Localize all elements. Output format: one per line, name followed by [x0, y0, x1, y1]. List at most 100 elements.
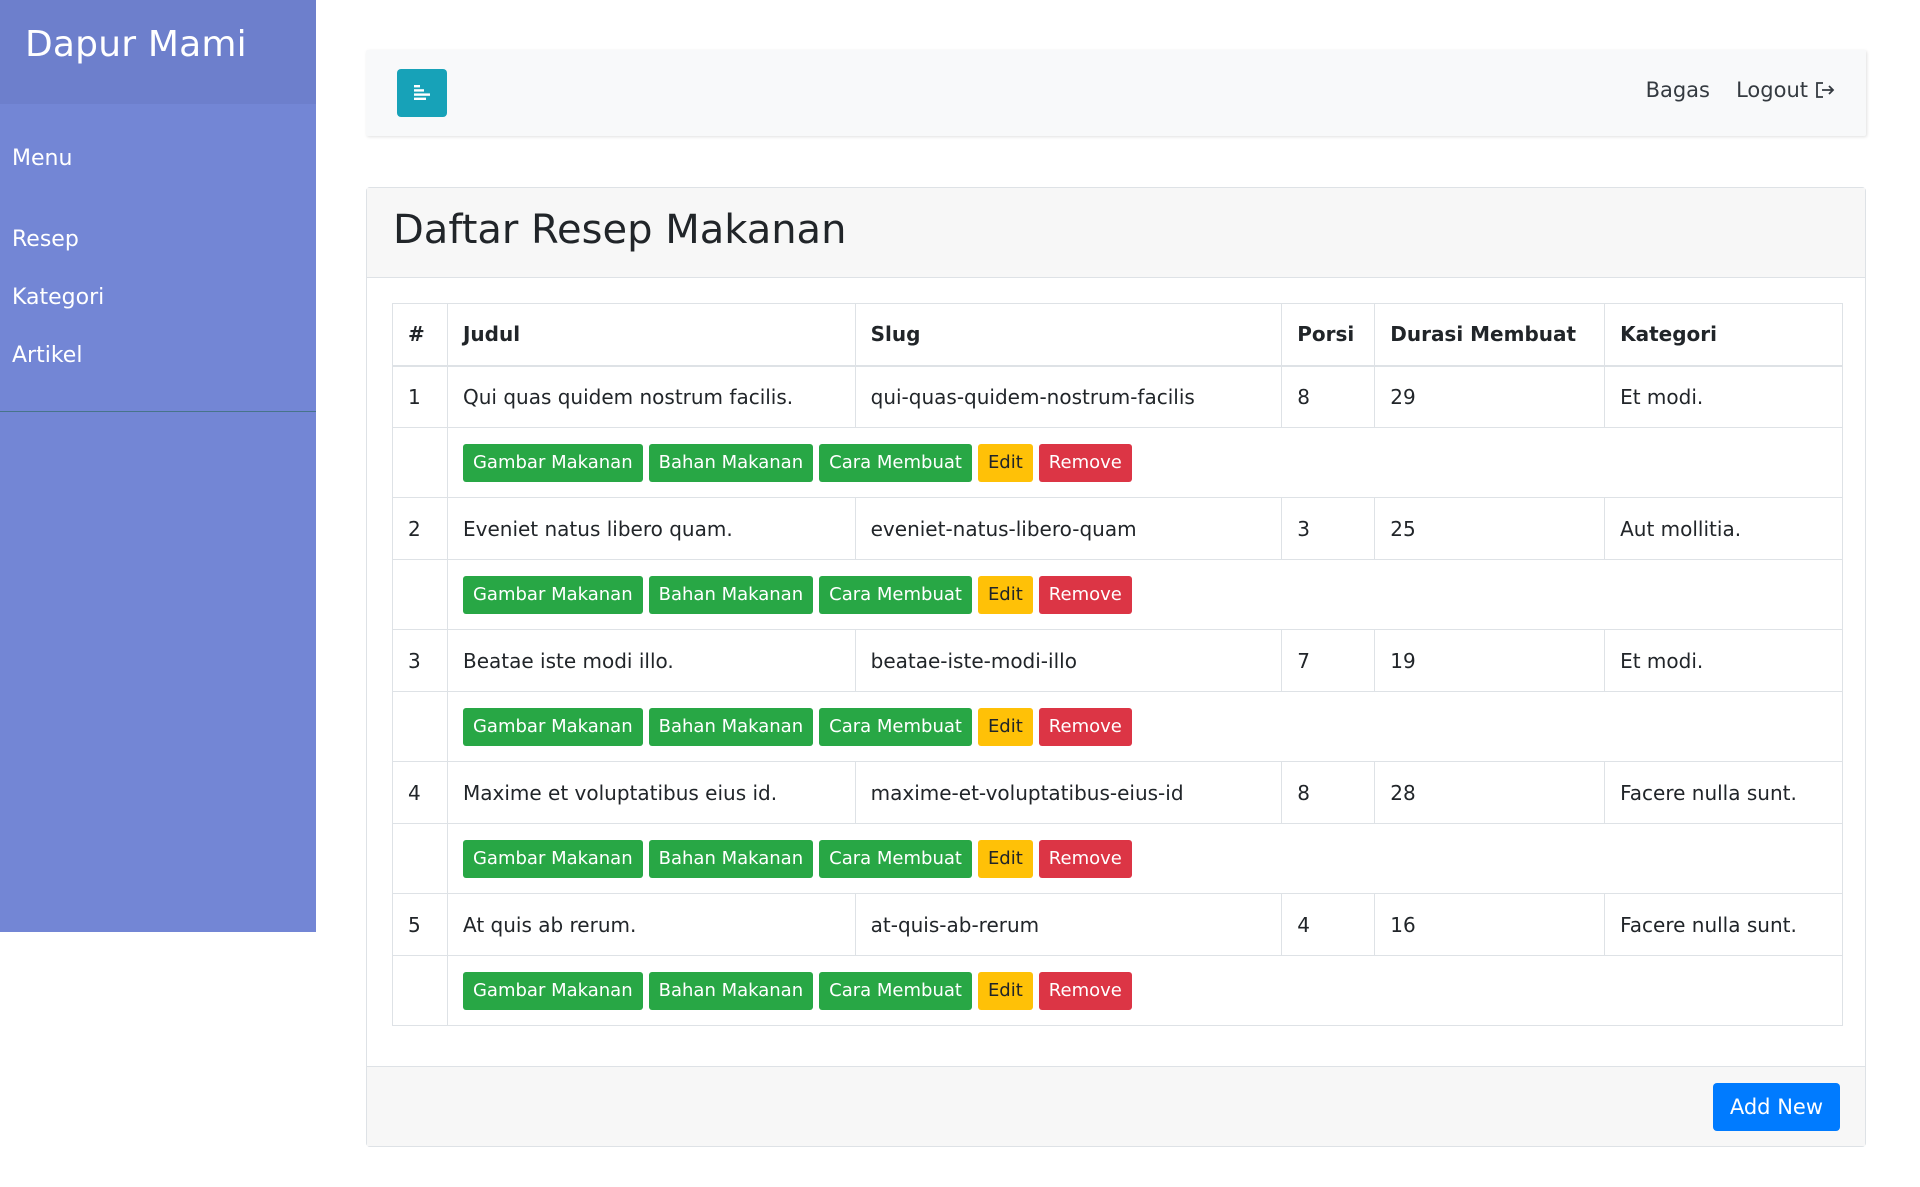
table-actions-row: Gambar Makanan Bahan Makanan Cara Membuat E… [392, 427, 1844, 498]
row-durasi-cell: 28 [1374, 761, 1606, 824]
sidebar-nav: Resep Kategori Artikel [0, 211, 316, 385]
card-header: Daftar Resep Makanan [367, 188, 1865, 278]
recipe-card: Daftar Resep Makanan # Judul Slug Porsi … [366, 187, 1866, 1147]
row-durasi-cell: 29 [1374, 365, 1606, 428]
row-porsi-cell: 7 [1281, 629, 1376, 692]
row-judul-cell: Maxime et voluptatibus eius id. [446, 761, 856, 824]
menu-title: Menu [12, 146, 73, 171]
edit-button[interactable]: Edit [977, 839, 1033, 878]
gambar-makanan-button[interactable]: Gambar Makanan [462, 443, 643, 482]
bahan-makanan-button[interactable]: Bahan Makanan [648, 971, 814, 1010]
row-durasi-cell: 19 [1374, 629, 1606, 692]
header-number: # [392, 303, 448, 367]
header-porsi: Porsi [1281, 303, 1376, 367]
row-slug-cell: at-quis-ab-rerum [854, 893, 1283, 956]
sidebar-item-artikel[interactable]: Artikel [0, 327, 316, 385]
table-header-row: # Judul Slug Porsi Durasi Membuat Katego… [392, 303, 1843, 367]
row-durasi-cell: 16 [1374, 893, 1606, 956]
table-row: 3 Beatae iste modi illo. beatae-iste-modi-… [392, 629, 1843, 692]
sidebar: Dapur Mami Menu Resep Kategori Artikel [0, 0, 316, 932]
cara-membuat-button[interactable]: Cara Membuat [819, 839, 972, 878]
sidebar-toggle-button[interactable] [397, 69, 447, 117]
row-judul-cell: Eveniet natus libero quam. [446, 497, 856, 560]
table-row: 2 Eveniet natus libero quam. eveniet-natus… [392, 497, 1843, 560]
remove-button[interactable]: Remove [1038, 971, 1132, 1010]
row-kategori-cell: Facere nulla sunt. [1604, 761, 1843, 824]
edit-button[interactable]: Edit [977, 971, 1033, 1010]
gambar-makanan-button[interactable]: Gambar Makanan [462, 707, 643, 746]
action-button-group: Gambar Makanan Bahan Makanan Cara Membuat E… [462, 443, 1827, 482]
row-slug-cell: maxime-et-voluptatibus-eius-id [854, 761, 1283, 824]
header-kategori: Kategori [1604, 303, 1843, 367]
actions-cell: Gambar Makanan Bahan Makanan Cara Membuat E… [446, 559, 1844, 630]
table-row: 5 At quis ab rerum. at-quis-ab-rerum 4 16 Fac… [392, 893, 1843, 956]
table-row: 1 Qui quas quidem nostrum facilis. qui-qua… [392, 365, 1843, 428]
page-title: Daftar Resep Makanan [393, 207, 847, 253]
row-porsi-cell: 4 [1281, 893, 1376, 956]
logout-link[interactable]: Logout [1736, 78, 1836, 102]
remove-button[interactable]: Remove [1038, 575, 1132, 614]
remove-button[interactable]: Remove [1038, 839, 1132, 878]
user-link[interactable]: Bagas [1646, 78, 1710, 102]
add-new-button[interactable]: Add New [1712, 1083, 1840, 1131]
row-judul-cell: At quis ab rerum. [446, 893, 856, 956]
row-number-cell: 1 [392, 365, 448, 428]
table-row: 4 Maxime et voluptatibus eius id. maxime-e… [392, 761, 1843, 824]
actions-cell: Gambar Makanan Bahan Makanan Cara Membuat E… [446, 691, 1844, 762]
row-durasi-cell: 25 [1374, 497, 1606, 560]
empty-cell [392, 955, 448, 1026]
sidebar-item-kategori[interactable]: Kategori [0, 269, 316, 327]
card-footer: Add New [367, 1066, 1865, 1146]
action-button-group: Gambar Makanan Bahan Makanan Cara Membuat E… [462, 575, 1827, 614]
align-left-icon [414, 85, 430, 100]
brand-title[interactable]: Dapur Mami [25, 24, 291, 65]
bahan-makanan-button[interactable]: Bahan Makanan [648, 707, 814, 746]
remove-button[interactable]: Remove [1038, 707, 1132, 746]
header-slug: Slug [854, 303, 1283, 367]
row-number-cell: 3 [392, 629, 448, 692]
header-judul: Judul [446, 303, 856, 367]
actions-cell: Gambar Makanan Bahan Makanan Cara Membuat E… [446, 955, 1844, 1026]
row-porsi-cell: 3 [1281, 497, 1376, 560]
actions-cell: Gambar Makanan Bahan Makanan Cara Membuat E… [446, 427, 1844, 498]
cara-membuat-button[interactable]: Cara Membuat [819, 971, 972, 1010]
row-slug-cell: eveniet-natus-libero-quam [854, 497, 1283, 560]
row-number-cell: 5 [392, 893, 448, 956]
gambar-makanan-button[interactable]: Gambar Makanan [462, 971, 643, 1010]
sidebar-item-resep[interactable]: Resep [0, 211, 316, 269]
table-actions-row: Gambar Makanan Bahan Makanan Cara Membuat E… [392, 955, 1844, 1026]
row-porsi-cell: 8 [1281, 365, 1376, 428]
cara-membuat-button[interactable]: Cara Membuat [819, 707, 972, 746]
cara-membuat-button[interactable]: Cara Membuat [819, 443, 972, 482]
header-durasi: Durasi Membuat [1374, 303, 1606, 367]
remove-button[interactable]: Remove [1038, 443, 1132, 482]
action-button-group: Gambar Makanan Bahan Makanan Cara Membuat E… [462, 839, 1827, 878]
bahan-makanan-button[interactable]: Bahan Makanan [648, 575, 814, 614]
row-slug-cell: qui-quas-quidem-nostrum-facilis [854, 365, 1283, 428]
empty-cell [392, 823, 448, 894]
table-body: 1 Qui quas quidem nostrum facilis. qui-qua… [392, 365, 1844, 1026]
action-button-group: Gambar Makanan Bahan Makanan Cara Membuat E… [462, 971, 1827, 1010]
row-porsi-cell: 8 [1281, 761, 1376, 824]
recipe-table: # Judul Slug Porsi Durasi Membuat Katego… [392, 303, 1844, 1026]
row-kategori-cell: Et modi. [1604, 629, 1843, 692]
action-button-group: Gambar Makanan Bahan Makanan Cara Membuat E… [462, 707, 1827, 746]
logout-label: Logout [1736, 78, 1808, 102]
gambar-makanan-button[interactable]: Gambar Makanan [462, 839, 643, 878]
row-judul-cell: Qui quas quidem nostrum facilis. [446, 365, 856, 428]
edit-button[interactable]: Edit [977, 443, 1033, 482]
empty-cell [392, 691, 448, 762]
gambar-makanan-button[interactable]: Gambar Makanan [462, 575, 643, 614]
row-kategori-cell: Facere nulla sunt. [1604, 893, 1843, 956]
cara-membuat-button[interactable]: Cara Membuat [819, 575, 972, 614]
edit-button[interactable]: Edit [977, 707, 1033, 746]
sidebar-divider [0, 411, 316, 412]
edit-button[interactable]: Edit [977, 575, 1033, 614]
actions-cell: Gambar Makanan Bahan Makanan Cara Membuat E… [446, 823, 1844, 894]
row-kategori-cell: Et modi. [1604, 365, 1843, 428]
sidebar-header: Dapur Mami [0, 0, 316, 104]
bahan-makanan-button[interactable]: Bahan Makanan [648, 839, 814, 878]
empty-cell [392, 427, 448, 498]
top-navbar: Bagas Logout [366, 50, 1866, 136]
bahan-makanan-button[interactable]: Bahan Makanan [648, 443, 814, 482]
